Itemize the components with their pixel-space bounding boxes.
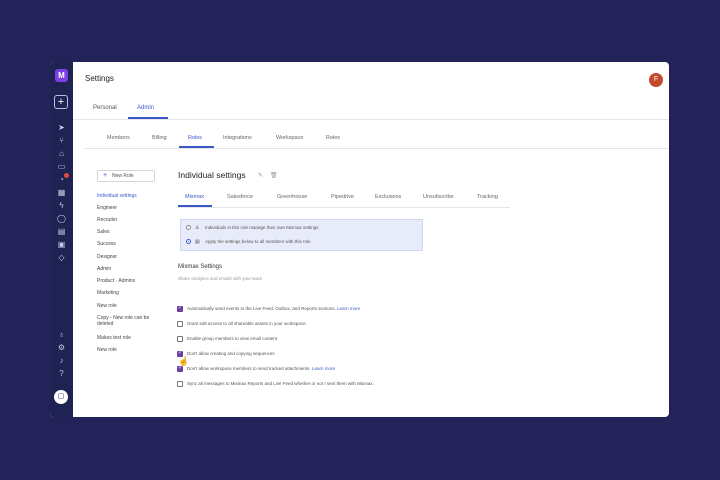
inbox-icon[interactable]: ▭	[56, 161, 67, 172]
hand-cursor-icon: ☝	[178, 356, 190, 366]
chart-icon[interactable]: ▤	[56, 226, 67, 237]
section-title: Mixmax Settings	[178, 264, 223, 270]
subtab-roles-2[interactable]: Roles	[326, 135, 340, 141]
page-title: Settings	[85, 74, 114, 83]
divider	[178, 207, 510, 208]
setting-checkbox[interactable]	[177, 321, 183, 327]
users-icon[interactable]: ◔	[56, 173, 69, 185]
role-item[interactable]: Designer	[97, 254, 159, 260]
integration-tab-pipedrive[interactable]: Pipedrive	[331, 194, 354, 200]
scope-radio-individual[interactable]	[186, 225, 191, 230]
role-item[interactable]: Admin	[97, 266, 159, 272]
tab-admin[interactable]: Admin	[137, 105, 154, 111]
role-item[interactable]: Sales	[97, 229, 159, 235]
role-item[interactable]: New role	[97, 347, 159, 353]
role-item[interactable]: Marketing	[97, 290, 159, 296]
left-rail: M + ➤ ⑂ ⌂ ▭ ◔ ▦ ϟ ◯ ▤ ▣ ◇ ♁ ⚙ ♪ ? ▢	[50, 62, 73, 417]
learn-more-link[interactable]: Learn more	[337, 306, 360, 311]
edit-icon[interactable]: ✎	[258, 172, 263, 179]
setting-label: Don't allow creating and copying sequenc…	[187, 351, 275, 356]
new-role-label: New Role	[112, 173, 134, 179]
create-button[interactable]: +	[54, 95, 68, 109]
scope-option-label: Individuals in this role manage their ow…	[205, 225, 319, 230]
setting-checkbox[interactable]	[177, 336, 183, 342]
divider	[73, 119, 669, 120]
setting-label: Sync all messages to Mixmax Reports and …	[187, 381, 374, 386]
tab-personal[interactable]: Personal	[93, 105, 117, 111]
setting-label: Automatically send events to the Live Fe…	[187, 306, 361, 311]
bell-icon[interactable]: ♪	[56, 355, 67, 366]
scope-radio-apply-all[interactable]	[186, 239, 191, 244]
send-icon[interactable]: ➤	[56, 122, 67, 133]
integration-tab-mixmax[interactable]: Mixmax	[185, 194, 204, 200]
contacts-icon[interactable]: ▣	[56, 239, 67, 250]
subtab-roles[interactable]: Roles	[188, 135, 202, 141]
role-item[interactable]: Recruiter	[97, 217, 159, 223]
role-item[interactable]: Product · Admins	[97, 278, 159, 284]
role-item[interactable]: Engineer	[97, 205, 159, 211]
scope-options: ♙ Individuals in this role manage their …	[180, 219, 423, 251]
divider	[85, 148, 669, 149]
setting-label: Don't allow workspace members to send tr…	[187, 366, 335, 371]
help-icon[interactable]: ?	[56, 368, 67, 379]
role-item[interactable]: Copy - New role can be deleted	[97, 315, 159, 327]
setting-label: Grant edit access to all shareable asset…	[187, 321, 307, 326]
route-icon[interactable]: ⑂	[56, 135, 67, 146]
subtab-integrations[interactable]: Integrations	[223, 135, 252, 141]
plus-icon: +	[103, 172, 108, 179]
notification-dot	[64, 173, 69, 178]
person-icon[interactable]: ◯	[56, 213, 67, 224]
app-window: M + ➤ ⑂ ⌂ ▭ ◔ ▦ ϟ ◯ ▤ ▣ ◇ ♁ ⚙ ♪ ? ▢ Sett…	[50, 62, 669, 417]
integration-tab-tracking[interactable]: Tracking	[477, 194, 498, 200]
trash-icon[interactable]: 🗑	[270, 172, 278, 179]
role-item[interactable]: Makes test role	[97, 335, 159, 341]
integration-tab-unsubscribe[interactable]: Unsubscribe	[423, 194, 454, 200]
role-item[interactable]: Individual settings	[97, 193, 159, 199]
home-icon[interactable]: ⌂	[56, 148, 67, 159]
learn-more-link[interactable]: Learn more	[312, 366, 335, 371]
plus-icon: +	[57, 96, 65, 108]
subtab-members[interactable]: Members	[107, 135, 130, 141]
subtab-workspace[interactable]: Workspace	[276, 135, 303, 141]
detail-title: Individual settings	[178, 170, 246, 180]
integration-tab-exclusions[interactable]: Exclusions	[375, 194, 401, 200]
chat-icon[interactable]: ▢	[54, 390, 68, 404]
setting-checkbox[interactable]	[177, 381, 183, 387]
role-item[interactable]: Success	[97, 241, 159, 247]
role-item[interactable]: New role	[97, 303, 159, 309]
person-icon: ♙	[195, 225, 200, 231]
scope-option-label: Apply the settings below to all members …	[205, 239, 311, 244]
settings-icon[interactable]: ⚙	[56, 342, 67, 353]
lightning-icon[interactable]: ϟ	[56, 200, 67, 211]
subtab-billing[interactable]: Billing	[152, 135, 167, 141]
integration-tab-salesforce[interactable]: Salesforce	[227, 194, 253, 200]
setting-label: Enable group members to view email conte…	[187, 336, 278, 341]
integration-tab-greenhouse[interactable]: Greenhouse	[277, 194, 307, 200]
calendar-icon[interactable]: ▦	[56, 187, 67, 198]
org-icon[interactable]: ♁	[56, 329, 67, 340]
mixmax-logo[interactable]: M	[55, 69, 68, 82]
section-subtitle: Share analytics and emails with your tea…	[178, 276, 263, 281]
tag-icon[interactable]: ◇	[56, 252, 67, 263]
clipboard-icon: ▤	[195, 239, 200, 245]
avatar[interactable]: F	[649, 73, 663, 87]
setting-checkbox[interactable]	[177, 305, 183, 312]
new-role-button[interactable]: + New Role	[97, 170, 155, 182]
